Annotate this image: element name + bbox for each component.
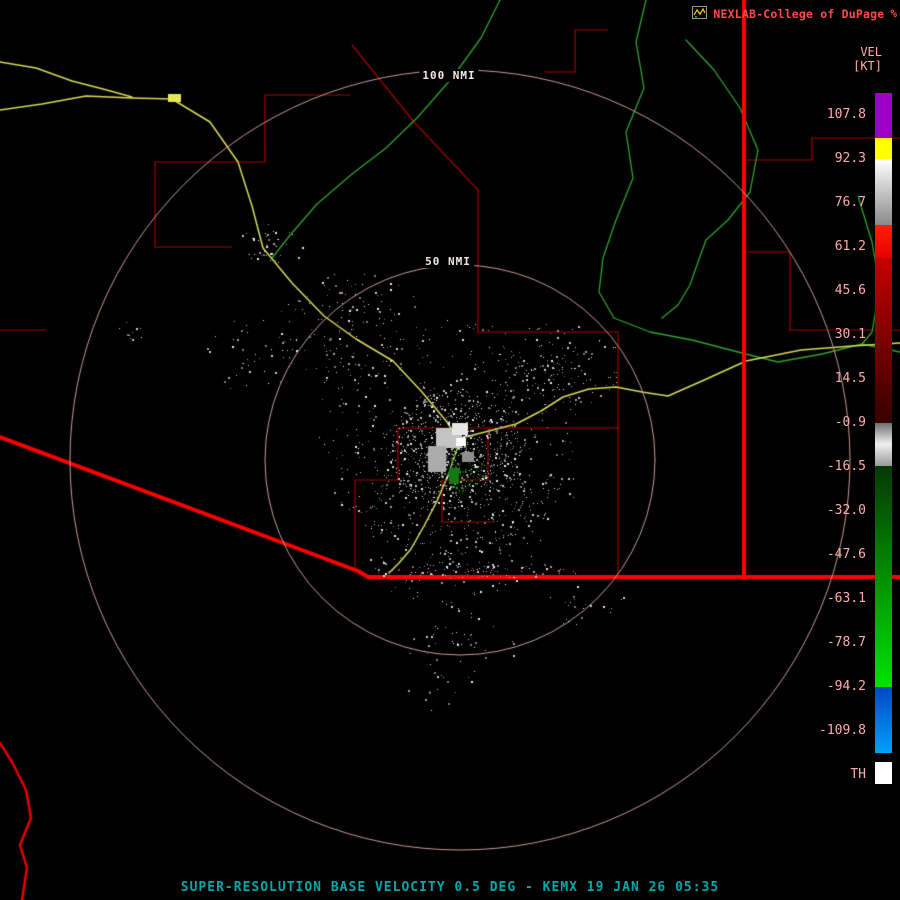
product-caption: SUPER-RESOLUTION BASE VELOCITY 0.5 DEG -… <box>0 880 900 895</box>
colorbar-tick: -0.9 <box>778 415 866 430</box>
colorbar-tick: -16.5 <box>778 459 866 474</box>
percent-symbol: % <box>890 7 897 20</box>
threshold-label: TH <box>778 767 866 782</box>
colorbar-gradient <box>875 93 892 753</box>
colorbar-tick: 14.5 <box>778 371 866 386</box>
colorbar-tick: -94.2 <box>778 679 866 694</box>
colorbar-tick: -47.6 <box>778 547 866 562</box>
colorbar-tick: 92.3 <box>778 151 866 166</box>
range-ring-label: 50 NMI <box>422 255 474 268</box>
colorbar-unit-vel: VEL <box>806 45 882 59</box>
site-title: NEXLAB-College of DuPage <box>713 7 884 21</box>
cod-logo-icon <box>692 4 707 23</box>
colorbar-unit-kt: [KT] <box>806 59 882 73</box>
header-bar: NEXLAB-College of DuPage % <box>692 4 897 23</box>
colorbar-tick: 61.2 <box>778 239 866 254</box>
colorbar-tick: 107.8 <box>778 107 866 122</box>
colorbar-tick: 45.6 <box>778 283 866 298</box>
radar-screen: 100 NMI 50 NMI NEXLAB-College of DuPage %… <box>0 0 900 900</box>
threshold-swatch <box>875 762 892 784</box>
range-ring-label: 100 NMI <box>419 69 478 82</box>
colorbar-tick: -78.7 <box>778 635 866 650</box>
radar-map <box>0 0 900 900</box>
colorbar-tick: -109.8 <box>778 723 866 738</box>
colorbar-tick: -32.0 <box>778 503 866 518</box>
colorbar-tick: 30.1 <box>778 327 866 342</box>
colorbar-tick: 76.7 <box>778 195 866 210</box>
colorbar-tick: -63.1 <box>778 591 866 606</box>
